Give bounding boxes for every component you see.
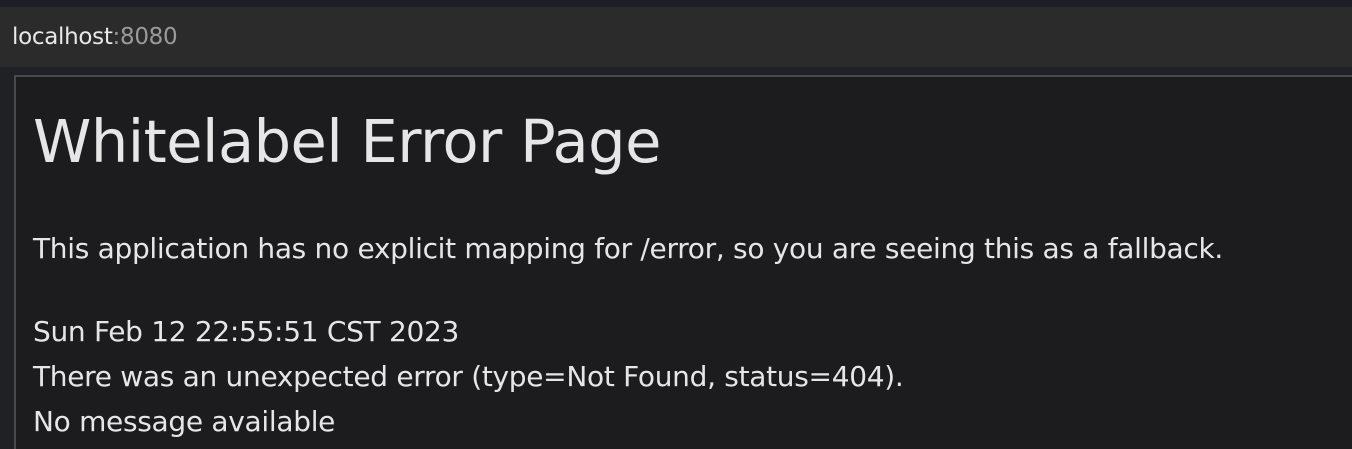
error-status-line: There was an unexpected error (type=Not … xyxy=(33,360,904,393)
fallback-message: This application has no explicit mapping… xyxy=(33,232,1224,265)
address-host: localhost xyxy=(12,24,113,50)
address-port: :8080 xyxy=(112,24,178,50)
window-top-strip xyxy=(0,0,1352,7)
address-bar[interactable]: localhost:8080 xyxy=(0,7,1352,67)
error-message: No message available xyxy=(33,405,336,438)
error-timestamp: Sun Feb 12 22:55:51 CST 2023 xyxy=(33,315,460,348)
page-title: Whitelabel Error Page xyxy=(33,107,661,176)
page-viewport: Whitelabel Error Page This application h… xyxy=(14,75,1352,449)
error-details: Sun Feb 12 22:55:51 CST 2023 There was a… xyxy=(33,309,904,444)
